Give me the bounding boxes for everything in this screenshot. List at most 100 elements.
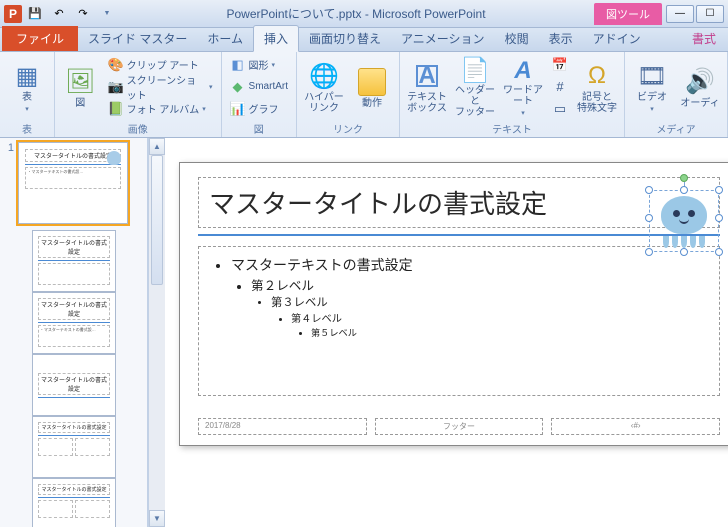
window-title: PowerPointについて.pptx - Microsoft PowerPoi…: [118, 5, 594, 22]
qat-dropdown-icon[interactable]: ▼: [96, 3, 118, 25]
master-slide[interactable]: マスタータイトルの書式設定: [179, 162, 728, 446]
insert-chart-button[interactable]: 📊グラフ: [226, 98, 292, 119]
maximize-button[interactable]: ☐: [696, 5, 724, 23]
layout-thumbnail[interactable]: マスタータイトルの書式設定・マスターテキストの書式設…: [32, 292, 116, 354]
insert-textbox-button[interactable]: A テキスト ボックス: [404, 54, 450, 120]
bullet-level-4: 第４レベル: [291, 310, 707, 325]
scroll-down-icon[interactable]: ▼: [149, 510, 165, 527]
insert-screenshot-button[interactable]: 📷スクリーンショット ▾: [104, 76, 217, 97]
body-placeholder[interactable]: マスターテキストの書式設定 第２レベル 第３レベル 第４レベル 第５レベル: [198, 246, 720, 396]
group-illustrations: ◧図形 ▾ ◆SmartArt 📊グラフ 図: [222, 52, 297, 137]
rotation-handle[interactable]: [680, 174, 688, 182]
header-icon: 📄: [459, 56, 491, 85]
layout-thumbnail[interactable]: マスタータイトルの書式設定: [32, 230, 116, 292]
globe-icon: 🌐: [308, 60, 340, 92]
title-placeholder[interactable]: マスタータイトルの書式設定: [198, 177, 720, 228]
insert-wordart-button[interactable]: A ワードアート▾: [500, 54, 546, 120]
smartart-icon: ◆: [230, 79, 246, 95]
tab-addins[interactable]: アドイン: [583, 26, 651, 51]
bullet-level-5: 第５レベル: [311, 325, 707, 339]
date-placeholder[interactable]: 2017/8/28: [198, 418, 367, 435]
group-label-illustrations: 図: [226, 120, 292, 137]
thumbnail-scrollbar[interactable]: ▲ ▼: [148, 138, 165, 527]
group-label-tables: 表: [4, 120, 50, 137]
textbox-icon: A: [411, 60, 443, 92]
insert-hyperlink-button[interactable]: 🌐 ハイパーリンク: [301, 54, 347, 120]
contextual-tab-label: 図ツール: [594, 3, 662, 25]
selected-shape[interactable]: [639, 178, 728, 258]
insert-table-button[interactable]: ▦ 表▾: [4, 54, 50, 120]
undo-icon[interactable]: ↶: [48, 3, 70, 25]
action-icon: [356, 66, 388, 98]
insert-slidenum-button[interactable]: #: [548, 76, 572, 97]
layout-thumbnail[interactable]: マスタータイトルの書式設定: [32, 478, 116, 527]
shapes-icon: ◧: [230, 57, 246, 73]
tab-slidemaster[interactable]: スライド マスター: [78, 26, 197, 51]
number-icon: #: [552, 79, 568, 95]
ribbon: ▦ 表▾ 表 🖼 図 🎨クリップ アート 📷スクリーンショット ▾ 📗フォト ア…: [0, 52, 728, 138]
scrollbar-thumb[interactable]: [151, 155, 163, 285]
insert-picture-button[interactable]: 🖼 図: [59, 54, 102, 120]
app-icon[interactable]: P: [4, 5, 22, 23]
group-links: 🌐 ハイパーリンク 動作 リンク: [297, 52, 400, 137]
scroll-up-icon[interactable]: ▲: [149, 138, 165, 155]
clipart-icon: 🎨: [108, 57, 124, 73]
group-media: 🎞 ビデオ▾ 🔊 オーディ メディア: [625, 52, 728, 137]
picture-icon: 🖼: [64, 66, 96, 98]
bullet-level-3: 第３レベル: [271, 294, 707, 310]
insert-headerfooter-button[interactable]: 📄 ヘッダーと フッター: [452, 54, 498, 120]
redo-icon[interactable]: ↷: [72, 3, 94, 25]
group-label-images: 画像: [59, 120, 217, 137]
album-icon: 📗: [108, 101, 124, 117]
quick-access-toolbar: P 💾 ↶ ↷ ▼: [4, 3, 118, 25]
group-label-media: メディア: [629, 120, 723, 137]
bullet-level-2: 第２レベル: [251, 275, 707, 294]
object-icon: ▭: [552, 101, 568, 117]
insert-audio-button[interactable]: 🔊 オーディ: [677, 54, 723, 120]
tab-format[interactable]: 書式: [682, 26, 726, 51]
tab-insert[interactable]: 挿入: [253, 25, 299, 52]
resize-handle[interactable]: [715, 248, 723, 256]
resize-handle[interactable]: [715, 214, 723, 222]
resize-handle[interactable]: [645, 186, 653, 194]
minimize-button[interactable]: —: [666, 5, 694, 23]
resize-handle[interactable]: [645, 214, 653, 222]
layout-thumbnail[interactable]: マスタータイトルの書式設定: [32, 416, 116, 478]
date-icon: 📅: [552, 57, 568, 73]
audio-icon: 🔊: [684, 66, 716, 98]
save-icon[interactable]: 💾: [24, 3, 46, 25]
group-text: A テキスト ボックス 📄 ヘッダーと フッター A ワードアート▾ 📅 # ▭…: [400, 52, 625, 137]
resize-handle[interactable]: [680, 186, 688, 194]
tab-home[interactable]: ホーム: [197, 26, 253, 51]
group-label-text: テキスト: [404, 120, 620, 137]
slide-number: 1: [2, 142, 14, 154]
master-thumbnail[interactable]: マスタータイトルの書式設定 ・マスターテキストの書式設…: [18, 142, 128, 224]
tab-view[interactable]: 表示: [539, 26, 583, 51]
insert-smartart-button[interactable]: ◆SmartArt: [226, 76, 292, 97]
tab-animations[interactable]: アニメーション: [391, 26, 495, 51]
table-icon: ▦: [11, 60, 43, 92]
resize-handle[interactable]: [645, 248, 653, 256]
insert-date-button[interactable]: 📅: [548, 54, 572, 75]
octopus-clipart[interactable]: [657, 196, 711, 244]
chart-icon: 📊: [230, 101, 246, 117]
insert-shapes-button[interactable]: ◧図形 ▾: [226, 54, 292, 75]
insert-object-button[interactable]: ▭: [548, 98, 572, 119]
title-text: マスタータイトルの書式設定: [209, 189, 547, 219]
insert-photoalbum-button[interactable]: 📗フォト アルバム ▾: [104, 98, 217, 119]
insert-action-button[interactable]: 動作: [349, 54, 395, 120]
resize-handle[interactable]: [715, 186, 723, 194]
insert-symbol-button[interactable]: Ω 記号と 特殊文字: [574, 54, 620, 120]
wordart-icon: A: [507, 56, 539, 85]
symbol-icon: Ω: [581, 60, 613, 92]
pagenum-placeholder[interactable]: ‹#›: [551, 418, 720, 435]
tab-transitions[interactable]: 画面切り替え: [299, 26, 391, 51]
tab-review[interactable]: 校閲: [495, 26, 539, 51]
title-bar: P 💾 ↶ ↷ ▼ PowerPointについて.pptx - Microsof…: [0, 0, 728, 28]
resize-handle[interactable]: [680, 248, 688, 256]
tab-file[interactable]: ファイル: [2, 26, 78, 51]
layout-thumbnail[interactable]: マスタータイトルの書式設定: [32, 354, 116, 416]
footer-placeholder[interactable]: フッター: [375, 418, 544, 435]
insert-video-button[interactable]: 🎞 ビデオ▾: [629, 54, 675, 120]
screenshot-icon: 📷: [108, 79, 124, 95]
